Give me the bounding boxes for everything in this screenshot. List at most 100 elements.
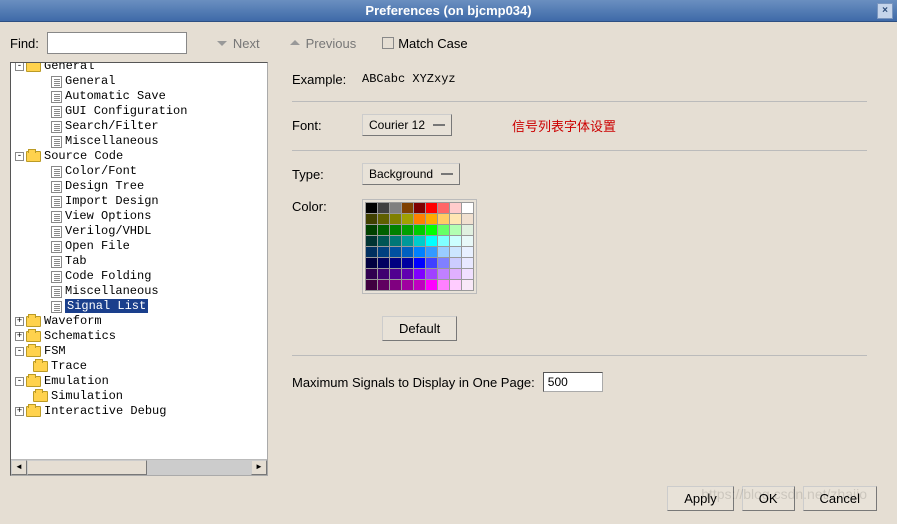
tree-row[interactable]: -General (11, 63, 267, 74)
tree-row[interactable]: -Source Code (11, 149, 267, 164)
color-swatch[interactable] (414, 225, 426, 236)
color-swatch[interactable] (378, 236, 390, 247)
color-swatch[interactable] (390, 225, 402, 236)
next-button[interactable]: Next (215, 36, 260, 51)
tree-row[interactable]: Open File (11, 239, 267, 254)
tree-row[interactable]: Miscellaneous (11, 134, 267, 149)
color-swatch[interactable] (390, 203, 402, 214)
scroll-right-icon[interactable]: ► (251, 460, 267, 475)
color-swatch[interactable] (390, 236, 402, 247)
scrollbar-thumb[interactable] (27, 460, 147, 475)
tree-row[interactable]: +Schematics (11, 329, 267, 344)
color-swatch[interactable] (414, 236, 426, 247)
color-swatch[interactable] (378, 280, 390, 291)
expander-icon[interactable]: + (15, 332, 24, 341)
tree-row[interactable]: Import Design (11, 194, 267, 209)
color-swatch[interactable] (438, 280, 450, 291)
preferences-tree[interactable]: -GeneralGeneralAutomatic SaveGUI Configu… (10, 62, 268, 476)
color-swatch[interactable] (366, 258, 378, 269)
close-icon[interactable]: × (877, 3, 893, 19)
default-button[interactable]: Default (382, 316, 457, 341)
color-swatch[interactable] (402, 258, 414, 269)
color-swatch[interactable] (414, 269, 426, 280)
color-swatch[interactable] (450, 269, 462, 280)
tree-row[interactable]: General (11, 74, 267, 89)
color-swatch[interactable] (462, 280, 474, 291)
color-swatch[interactable] (462, 225, 474, 236)
color-swatch[interactable] (402, 280, 414, 291)
color-swatch[interactable] (378, 247, 390, 258)
expander-icon[interactable]: - (15, 152, 24, 161)
tree-row[interactable]: GUI Configuration (11, 104, 267, 119)
max-signals-input[interactable] (543, 372, 603, 392)
expander-icon[interactable]: + (15, 407, 24, 416)
horizontal-scrollbar[interactable]: ◄ ► (11, 459, 267, 475)
color-swatch[interactable] (390, 269, 402, 280)
font-dropdown[interactable]: Courier 12 (362, 114, 452, 136)
color-swatch[interactable] (438, 214, 450, 225)
expander-icon[interactable]: - (15, 347, 24, 356)
color-swatch[interactable] (438, 258, 450, 269)
color-swatch[interactable] (450, 203, 462, 214)
color-swatch[interactable] (390, 247, 402, 258)
color-swatch[interactable] (462, 236, 474, 247)
color-swatch[interactable] (402, 214, 414, 225)
color-swatch[interactable] (438, 269, 450, 280)
color-swatch[interactable] (438, 225, 450, 236)
color-swatch[interactable] (366, 214, 378, 225)
color-swatch[interactable] (438, 247, 450, 258)
tree-row[interactable]: Search/Filter (11, 119, 267, 134)
color-swatch[interactable] (402, 225, 414, 236)
color-swatch[interactable] (426, 280, 438, 291)
color-swatch[interactable] (390, 280, 402, 291)
color-swatch[interactable] (378, 203, 390, 214)
color-swatch[interactable] (426, 203, 438, 214)
tree-row[interactable]: Color/Font (11, 164, 267, 179)
tree-row[interactable]: -Emulation (11, 374, 267, 389)
color-swatch[interactable] (366, 225, 378, 236)
color-swatch[interactable] (414, 258, 426, 269)
color-swatch[interactable] (414, 247, 426, 258)
color-swatch[interactable] (450, 214, 462, 225)
color-swatch[interactable] (378, 225, 390, 236)
color-swatch[interactable] (414, 280, 426, 291)
tree-row[interactable]: +Interactive Debug (11, 404, 267, 419)
color-swatch[interactable] (462, 247, 474, 258)
color-swatch[interactable] (366, 203, 378, 214)
color-swatch[interactable] (366, 236, 378, 247)
color-swatch[interactable] (414, 203, 426, 214)
color-swatch[interactable] (426, 214, 438, 225)
color-swatch[interactable] (426, 269, 438, 280)
tree-row[interactable]: Tab (11, 254, 267, 269)
color-swatch[interactable] (366, 247, 378, 258)
tree-row[interactable]: -FSM (11, 344, 267, 359)
tree-row[interactable]: Verilog/VHDL (11, 224, 267, 239)
find-input[interactable] (47, 32, 187, 54)
expander-icon[interactable]: + (15, 317, 24, 326)
color-swatch[interactable] (462, 258, 474, 269)
color-swatch[interactable] (426, 236, 438, 247)
color-swatch[interactable] (426, 258, 438, 269)
tree-row[interactable]: View Options (11, 209, 267, 224)
color-swatch[interactable] (402, 269, 414, 280)
color-swatch[interactable] (402, 236, 414, 247)
color-swatch[interactable] (390, 214, 402, 225)
type-dropdown[interactable]: Background (362, 163, 460, 185)
color-palette[interactable] (362, 199, 477, 294)
tree-row[interactable]: Automatic Save (11, 89, 267, 104)
color-swatch[interactable] (426, 247, 438, 258)
tree-row[interactable]: Trace (11, 359, 267, 374)
color-swatch[interactable] (366, 280, 378, 291)
color-swatch[interactable] (378, 214, 390, 225)
color-swatch[interactable] (366, 269, 378, 280)
color-swatch[interactable] (450, 236, 462, 247)
color-swatch[interactable] (462, 214, 474, 225)
color-swatch[interactable] (438, 236, 450, 247)
color-swatch[interactable] (402, 247, 414, 258)
color-swatch[interactable] (378, 258, 390, 269)
expander-icon[interactable]: - (15, 377, 24, 386)
color-swatch[interactable] (450, 258, 462, 269)
color-swatch[interactable] (414, 214, 426, 225)
match-case-checkbox[interactable]: Match Case (382, 36, 467, 51)
tree-row[interactable]: Signal List (11, 299, 267, 314)
